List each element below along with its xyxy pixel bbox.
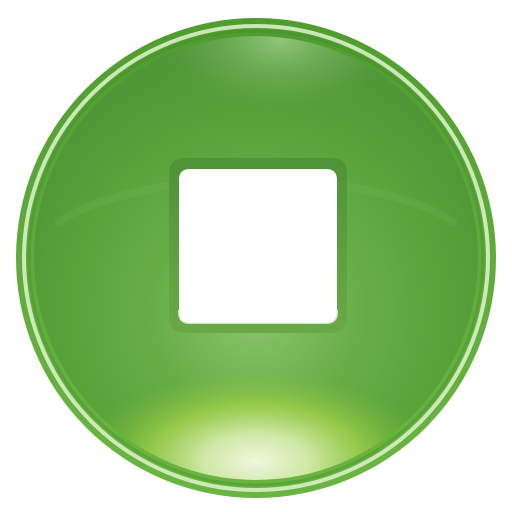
stop-icon-canvas bbox=[0, 0, 512, 512]
stop-square-icon bbox=[169, 158, 347, 333]
stop-button[interactable] bbox=[0, 0, 512, 512]
